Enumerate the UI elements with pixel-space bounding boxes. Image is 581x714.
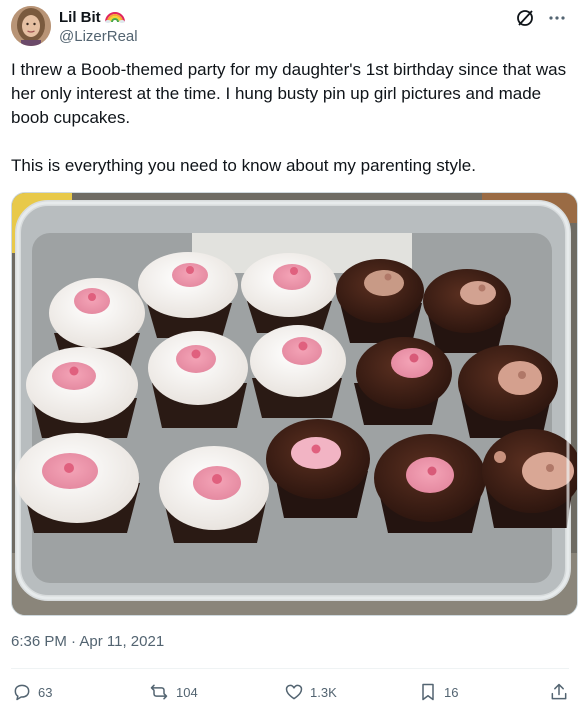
repost-icon bbox=[148, 682, 170, 702]
cupcake bbox=[458, 345, 558, 438]
cupcake bbox=[423, 269, 511, 353]
display-name[interactable]: Lil Bit bbox=[59, 8, 101, 28]
bookmark-icon bbox=[418, 682, 438, 702]
cupcake bbox=[336, 259, 424, 343]
more-options-icon[interactable] bbox=[545, 6, 569, 30]
timestamp-date[interactable]: Apr 11, 2021 bbox=[79, 633, 164, 650]
cupcake bbox=[159, 446, 269, 543]
rainbow-icon bbox=[104, 7, 125, 28]
bookmark-button[interactable]: 16 bbox=[418, 682, 458, 702]
cupcake bbox=[241, 253, 337, 333]
tweet-image[interactable] bbox=[11, 192, 578, 616]
tweet-text: I threw a Boob-themed party for my daugh… bbox=[11, 58, 571, 178]
share-button[interactable] bbox=[549, 682, 569, 702]
share-icon bbox=[549, 682, 569, 702]
avatar[interactable] bbox=[11, 6, 51, 46]
divider bbox=[11, 668, 569, 669]
cupcake bbox=[15, 433, 140, 533]
like-count: 1.3K bbox=[310, 684, 337, 700]
reply-count: 63 bbox=[38, 684, 53, 700]
timestamp-separator: · bbox=[66, 633, 80, 650]
repost-count: 104 bbox=[176, 684, 198, 700]
cupcake bbox=[482, 429, 577, 528]
repost-button[interactable]: 104 bbox=[148, 682, 198, 702]
tweet-timestamp[interactable]: 6:36 PM · Apr 11, 2021 bbox=[11, 632, 164, 652]
tweet-header: Lil Bit @LizerReal bbox=[11, 6, 569, 46]
cupcake bbox=[26, 347, 138, 438]
reply-button[interactable]: 63 bbox=[12, 682, 52, 702]
user-handle[interactable]: @LizerReal bbox=[59, 27, 138, 47]
heart-icon bbox=[284, 682, 304, 702]
timestamp-time[interactable]: 6:36 PM bbox=[11, 633, 67, 650]
tweet-card: Lil Bit @LizerReal I threw a Boob-themed… bbox=[0, 0, 581, 714]
name-row: Lil Bit bbox=[59, 7, 125, 28]
cupcake bbox=[374, 434, 486, 533]
header-actions bbox=[513, 6, 569, 30]
cupcake bbox=[250, 325, 346, 418]
action-bar: 63 104 1.3K 16 bbox=[12, 682, 569, 706]
tweet-paragraph-1: I threw a Boob-themed party for my daugh… bbox=[11, 60, 567, 127]
reply-icon bbox=[12, 682, 32, 702]
like-button[interactable]: 1.3K bbox=[284, 682, 337, 702]
tweet-paragraph-2: This is everything you need to know abou… bbox=[11, 156, 476, 175]
cupcake bbox=[266, 419, 370, 518]
cupcake bbox=[148, 331, 248, 428]
grok-icon[interactable] bbox=[513, 6, 537, 30]
bookmark-count: 16 bbox=[444, 684, 459, 700]
